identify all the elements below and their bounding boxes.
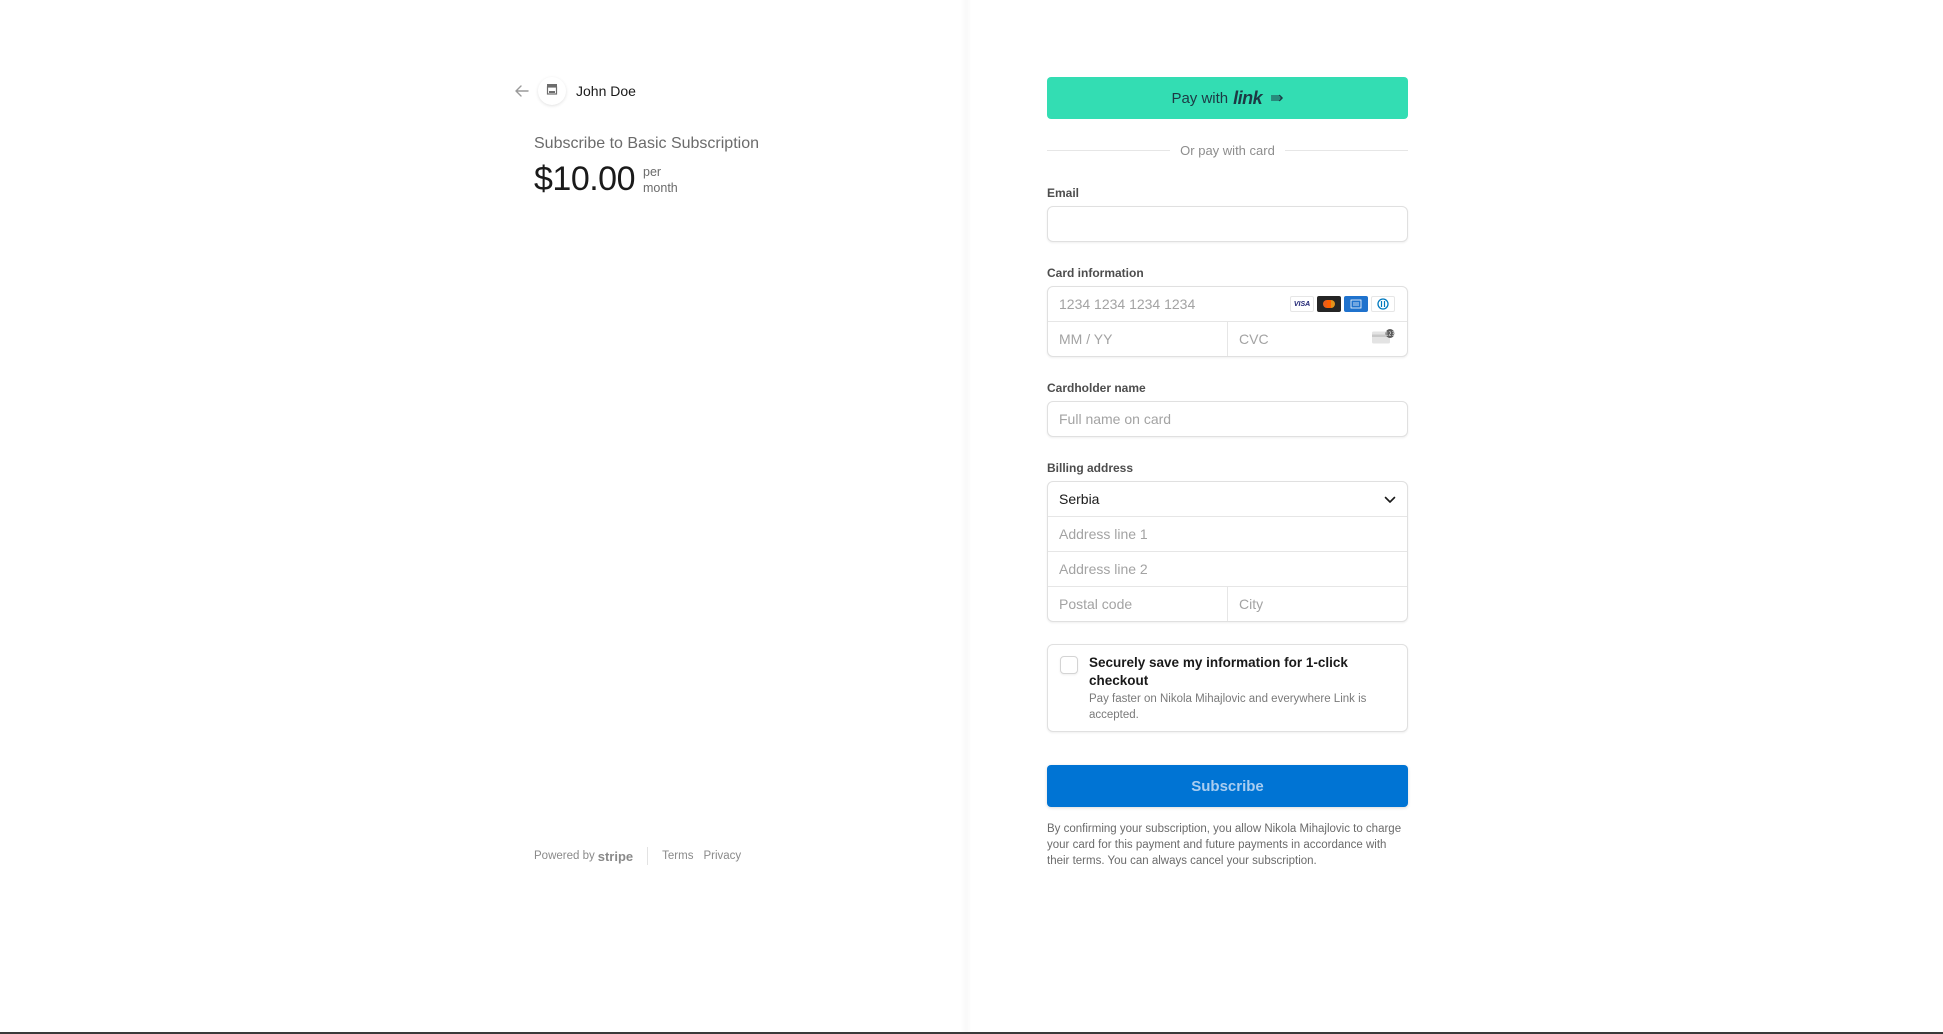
pay-with-label: Pay with — [1171, 89, 1229, 107]
price-row: $10.00 per month — [534, 160, 678, 199]
mastercard-icon — [1317, 296, 1341, 312]
avatar — [538, 77, 566, 105]
store-icon — [546, 82, 558, 100]
billing-address-group: Serbia — [1047, 481, 1408, 622]
email-input[interactable] — [1047, 206, 1408, 242]
diners-club-icon — [1371, 296, 1395, 312]
postal-code-input[interactable] — [1048, 587, 1227, 621]
merchant-name: John Doe — [576, 83, 636, 99]
terms-link[interactable]: Terms — [662, 850, 693, 862]
amex-icon — [1344, 296, 1368, 312]
save-info-card: Securely save my information for 1-click… — [1047, 644, 1408, 732]
pay-with-link-button[interactable]: Pay with link ⇛ — [1047, 77, 1408, 119]
payment-form: Pay with link ⇛ Or pay with card Email C… — [1047, 77, 1408, 869]
order-summary-panel: John Doe Subscribe to Basic Subscription… — [0, 0, 965, 1032]
visa-icon: VISA — [1290, 296, 1314, 312]
postal-code-cell — [1048, 587, 1227, 621]
or-pay-with-card-text: Or pay with card — [1180, 142, 1275, 158]
svg-text:123: 123 — [1385, 332, 1395, 338]
card-expiry-cell — [1048, 322, 1227, 356]
price-period-line1: per — [643, 164, 662, 179]
chevron-down-icon — [1384, 491, 1396, 507]
divider-line-left — [1047, 149, 1171, 151]
address-line1-input[interactable] — [1048, 517, 1407, 551]
stripe-logo[interactable]: stripe — [598, 849, 633, 864]
address-line1-row — [1048, 516, 1407, 551]
country-row: Serbia — [1048, 482, 1407, 516]
card-number-row: VISA — [1048, 287, 1407, 321]
address-line1-cell — [1048, 517, 1407, 551]
card-number-cell: VISA — [1048, 287, 1407, 321]
card-cvc-cell: 123 — [1227, 322, 1407, 356]
save-info-checkbox[interactable] — [1060, 656, 1078, 674]
billing-address-label: Billing address — [1047, 461, 1134, 475]
save-info-title: Securely save my information for 1-click… — [1089, 655, 1348, 688]
city-cell — [1227, 587, 1407, 621]
or-divider: Or pay with card — [1047, 141, 1408, 159]
address-line2-cell — [1048, 552, 1407, 586]
city-input[interactable] — [1228, 587, 1407, 621]
address-line2-row — [1048, 551, 1407, 586]
card-info-block: Card information VISA — [1047, 266, 1408, 357]
address-line2-input[interactable] — [1048, 552, 1407, 586]
card-expiry-cvc-row: 123 — [1048, 321, 1407, 356]
arrow-left-icon[interactable] — [512, 81, 532, 101]
product-title: Subscribe to Basic Subscription — [534, 135, 759, 152]
country-select[interactable]: Serbia — [1048, 482, 1407, 516]
price-period-line2: month — [643, 180, 678, 195]
legal-text: By confirming your subscription, you all… — [1047, 823, 1402, 867]
double-arrow-right-icon: ⇛ — [1270, 90, 1284, 107]
save-info-description: Pay faster on Nikola Mihajlovic and ever… — [1089, 693, 1367, 721]
cardholder-name-input[interactable] — [1047, 401, 1408, 437]
card-expiry-input[interactable] — [1048, 322, 1227, 356]
link-logo: link — [1233, 87, 1263, 108]
price-period: per month — [643, 164, 678, 196]
price-amount: $10.00 — [534, 160, 636, 198]
country-select-value: Serbia — [1059, 491, 1100, 507]
footer: Powered by stripe Terms Privacy — [534, 847, 751, 865]
save-info-text: Securely save my information for 1-click… — [1089, 654, 1395, 723]
postal-city-row — [1048, 586, 1407, 621]
privacy-link[interactable]: Privacy — [703, 850, 741, 862]
email-label: Email — [1047, 186, 1080, 200]
divider-line-right — [1284, 149, 1408, 151]
billing-address-block: Billing address Serbia — [1047, 461, 1408, 622]
merchant-header: John Doe — [512, 76, 636, 106]
cardholder-block: Cardholder name — [1047, 381, 1408, 437]
email-field-block: Email — [1047, 186, 1408, 242]
footer-divider — [647, 847, 649, 865]
card-info-group: VISA — [1047, 286, 1408, 357]
subscribe-button[interactable]: Subscribe — [1047, 765, 1408, 807]
card-info-label: Card information — [1047, 266, 1144, 280]
cvc-card-icon: 123 — [1371, 329, 1395, 350]
card-brands: VISA — [1290, 296, 1395, 312]
cardholder-label: Cardholder name — [1047, 381, 1146, 395]
powered-by-text: Powered by — [534, 850, 595, 862]
